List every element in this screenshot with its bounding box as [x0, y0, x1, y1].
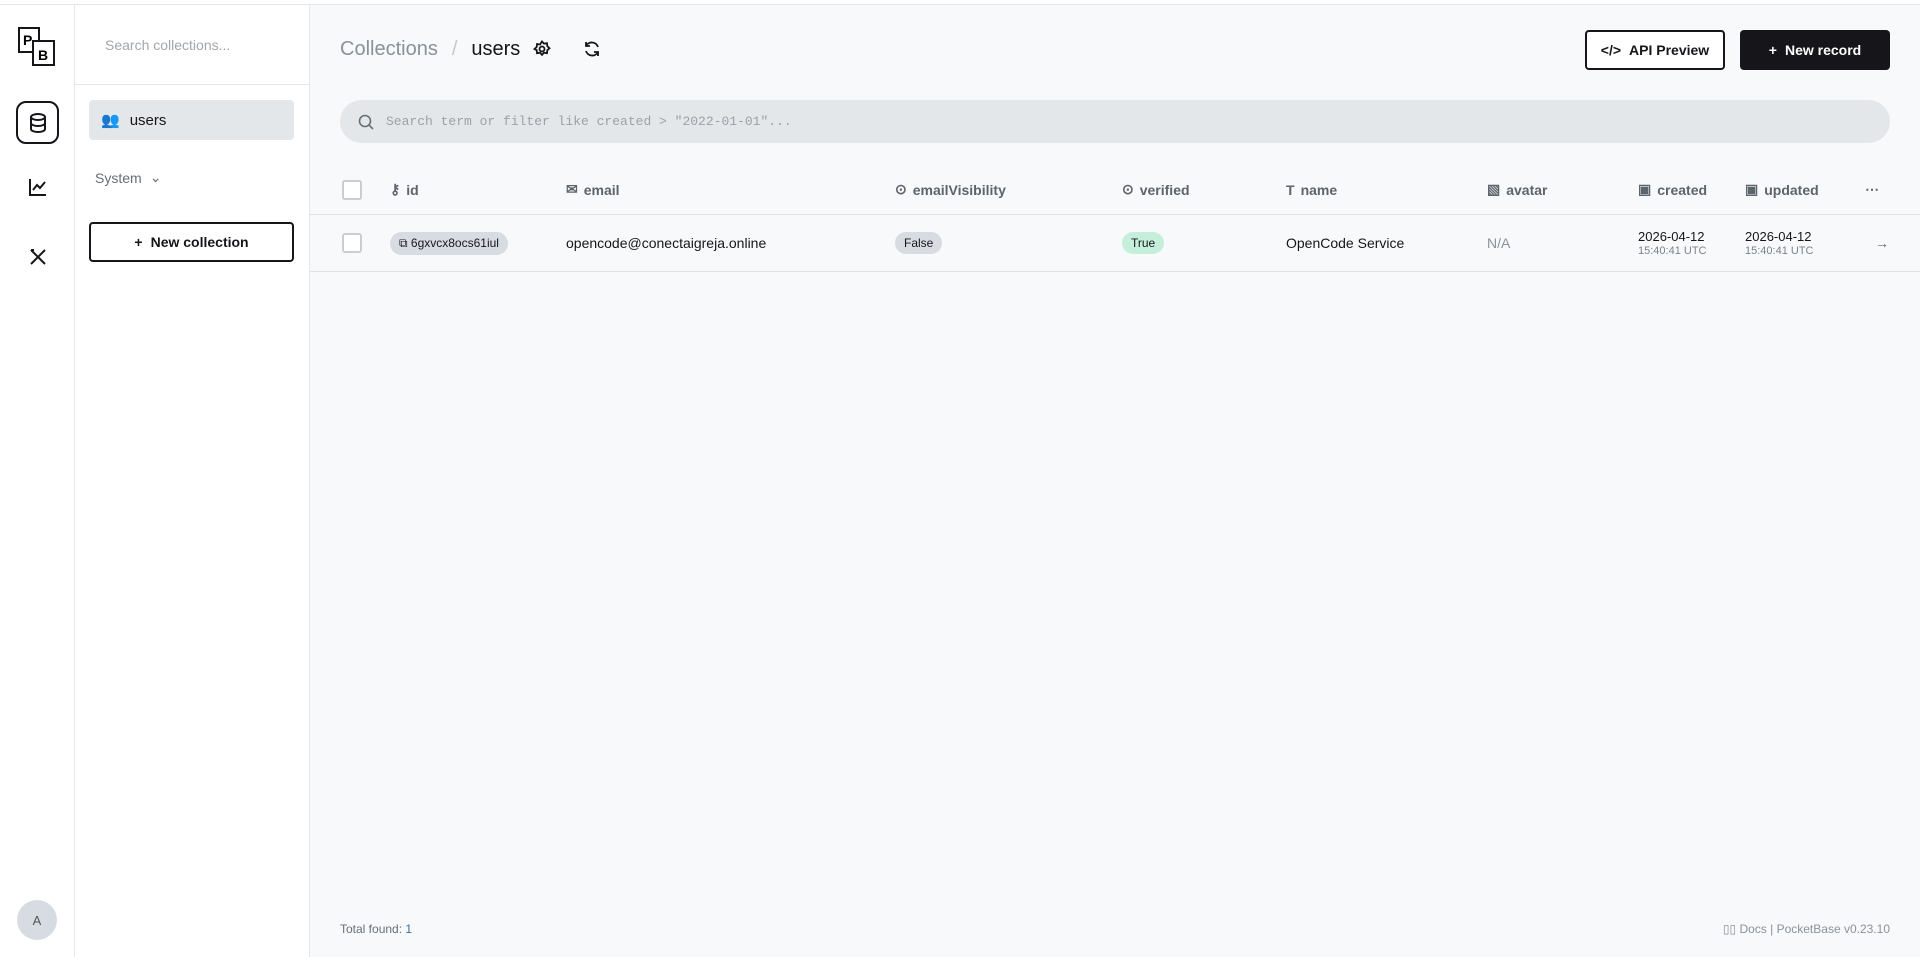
copy-icon: ⧉ — [399, 235, 411, 250]
refresh-icon[interactable] — [583, 40, 601, 58]
mail-icon: ✉ — [566, 181, 578, 197]
total-label: Total found: — [340, 922, 403, 936]
app-rail: PB A — [0, 5, 75, 957]
column-label: emailVisibility — [912, 181, 1006, 198]
chevron-down-icon: ⌄ — [149, 169, 162, 185]
collections-sidebar: Search collections... 👥 users System ⌄ + N… — [75, 5, 310, 957]
column-label: created — [1657, 181, 1708, 198]
plus-icon: + — [134, 234, 143, 250]
verified-badge: True — [1122, 232, 1165, 254]
pocketbase-logo[interactable]: PB — [18, 27, 56, 67]
records-table: ⚷ id ✉ email ⊙ emailVisibility ⊙ verified Tn… — [310, 165, 1920, 272]
arrow-right-icon[interactable]: → — [1875, 215, 1889, 271]
plus-icon: + — [1768, 42, 1777, 58]
toggle-icon: ⊙ — [895, 181, 907, 197]
key-icon: ⚷ — [390, 181, 401, 197]
column-name[interactable]: Tname — [1286, 165, 1337, 214]
created-time: 15:40:41 UTC — [1638, 245, 1707, 257]
system-toggle[interactable]: System ⌄ — [95, 169, 161, 186]
new-record-button[interactable]: + New record — [1740, 30, 1890, 70]
svg-text:P: P — [23, 32, 32, 48]
footer-links: ▯▯ Docs | PocketBase v0.23.10 — [1722, 922, 1890, 936]
column-email[interactable]: ✉ email — [566, 165, 620, 214]
column-updated[interactable]: ▣ updated — [1745, 165, 1819, 214]
email-value: opencode@conectaigreja.online — [566, 235, 767, 251]
search-placeholder: Search term or filter like created > "20… — [386, 114, 792, 129]
code-icon: </> — [1600, 42, 1622, 58]
collections-nav-button[interactable] — [16, 101, 59, 144]
column-label: verified — [1139, 181, 1190, 198]
column-created[interactable]: ▣ created — [1638, 165, 1707, 214]
total-count: 1 — [405, 922, 413, 936]
sidebar-item-label: users — [129, 111, 167, 129]
book-icon: ▯▯ — [1722, 922, 1737, 936]
select-all-checkbox[interactable] — [342, 179, 362, 200]
new-collection-label: New collection — [150, 234, 249, 250]
id-badge[interactable]: ⧉ 6gxvcx8ocs61iul — [390, 231, 508, 255]
users-icon: 👥 — [101, 112, 120, 129]
calendar-icon: ▣ — [1745, 181, 1759, 197]
email-visibility-badge: False — [895, 232, 943, 254]
created-date: 2026-04-12 — [1638, 229, 1705, 244]
record-id: 6gxvcx8ocs61iul — [410, 235, 499, 250]
breadcrumb-root[interactable]: Collections — [340, 38, 438, 61]
column-verified[interactable]: ⊙ verified — [1122, 165, 1190, 214]
table-row[interactable]: ⧉ 6gxvcx8ocs61iul opencode@conectaigreja… — [310, 215, 1920, 272]
search-collections-input[interactable]: Search collections... — [75, 5, 309, 85]
column-emailvisibility[interactable]: ⊙ emailVisibility — [895, 165, 1006, 214]
breadcrumb-current: users — [471, 38, 521, 60]
database-icon — [29, 112, 46, 133]
docs-link[interactable]: Docs — [1739, 922, 1766, 936]
tools-icon — [29, 248, 46, 265]
chart-line-icon — [28, 178, 46, 196]
columns-menu-icon[interactable]: ⋯ — [1865, 165, 1879, 214]
column-label: avatar — [1506, 181, 1548, 198]
new-record-label: New record — [1784, 42, 1862, 58]
updated-date: 2026-04-12 — [1745, 229, 1812, 244]
gear-icon[interactable] — [533, 40, 551, 58]
column-label: id — [406, 181, 419, 198]
column-label: name — [1300, 181, 1338, 198]
svg-text:B: B — [38, 47, 48, 63]
calendar-icon: ▣ — [1638, 181, 1652, 197]
column-avatar[interactable]: ▧ avatar — [1487, 165, 1548, 214]
avatar-value: N/A — [1487, 235, 1511, 251]
logs-nav-button[interactable] — [16, 165, 59, 208]
admin-avatar[interactable]: A — [17, 900, 57, 940]
image-icon: ▧ — [1487, 181, 1501, 197]
toggle-icon: ⊙ — [1122, 181, 1134, 197]
settings-nav-button[interactable] — [16, 235, 59, 278]
version-link[interactable]: PocketBase v0.23.10 — [1777, 922, 1890, 936]
search-icon — [358, 114, 374, 130]
system-label: System — [95, 169, 142, 186]
name-value: OpenCode Service — [1286, 235, 1405, 251]
api-preview-label: API Preview — [1629, 42, 1710, 58]
updated-time: 15:40:41 UTC — [1745, 245, 1814, 257]
api-preview-button[interactable]: </> API Preview — [1585, 30, 1725, 70]
text-icon: T — [1286, 181, 1295, 198]
column-label: updated — [1764, 181, 1819, 198]
sidebar-item-users[interactable]: 👥 users — [89, 100, 294, 140]
breadcrumb: Collections / users — [340, 38, 521, 61]
total-found: Total found: 1 — [340, 922, 412, 936]
column-label: email — [583, 181, 620, 198]
column-id[interactable]: ⚷ id — [390, 165, 419, 214]
records-search-input[interactable]: Search term or filter like created > "20… — [340, 100, 1890, 143]
row-checkbox[interactable] — [342, 233, 362, 253]
table-header: ⚷ id ✉ email ⊙ emailVisibility ⊙ verified Tn… — [310, 165, 1920, 215]
new-collection-button[interactable]: + New collection — [89, 222, 294, 262]
main-content: Collections / users </> API Preview + New re… — [310, 5, 1920, 957]
